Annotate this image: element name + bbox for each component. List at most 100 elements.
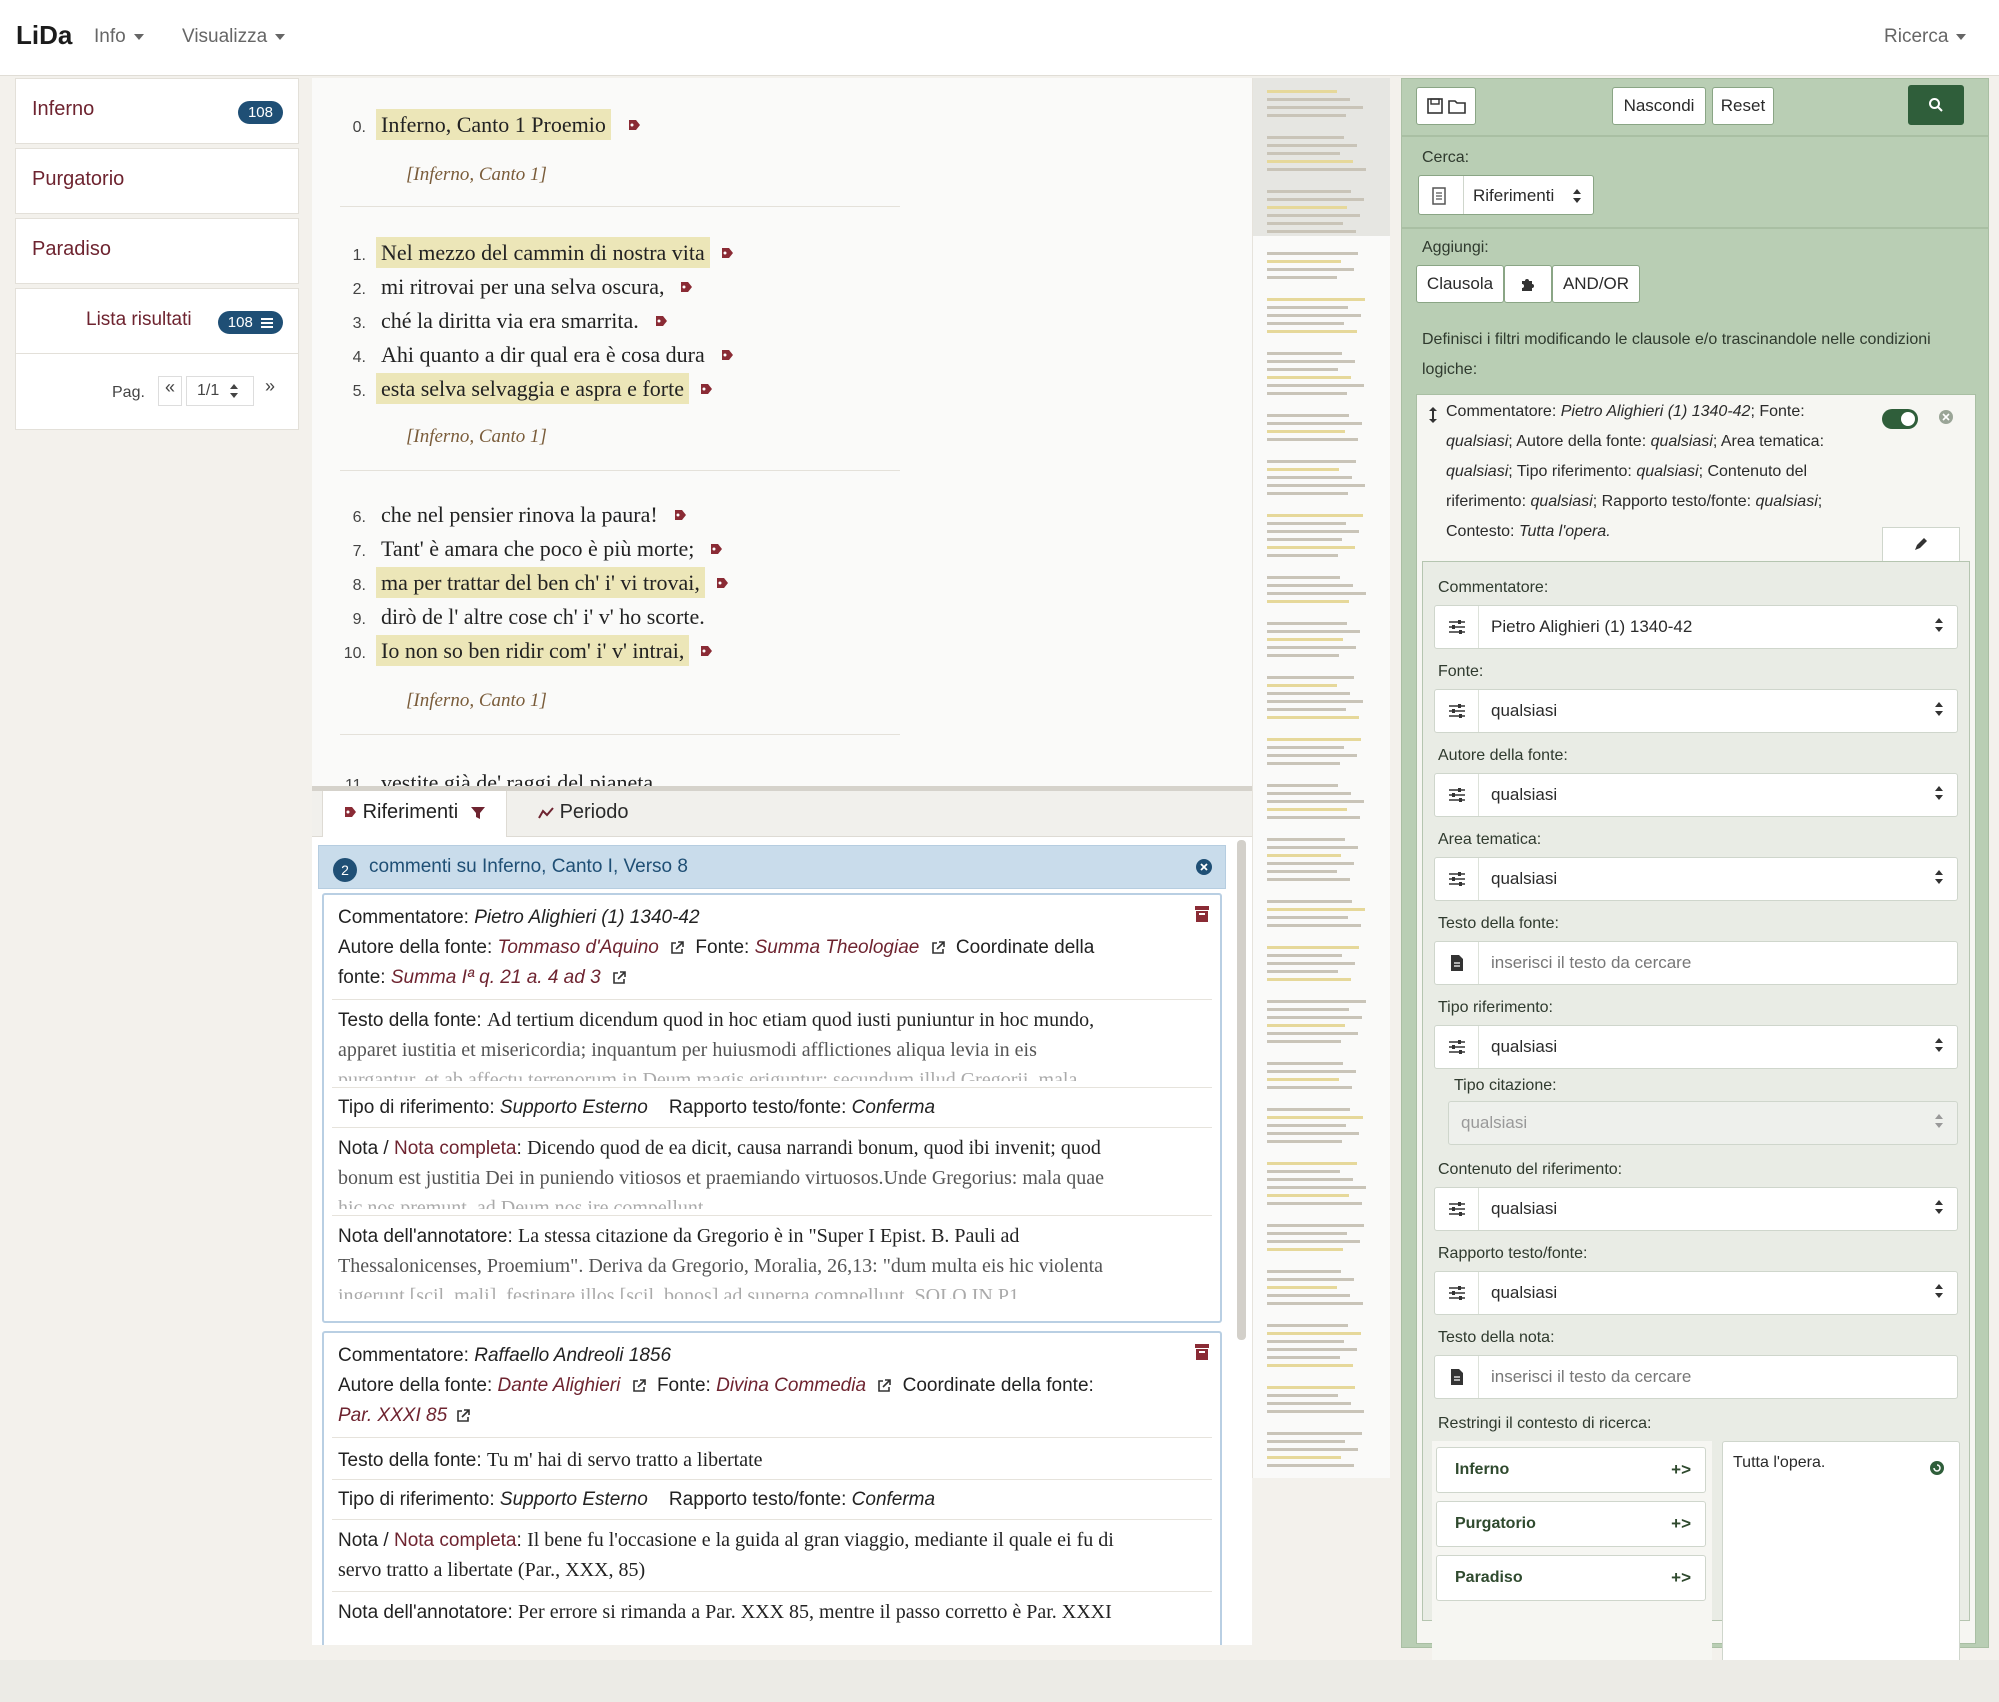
page-prev-button[interactable]: « [158, 376, 182, 406]
coordinate-link[interactable]: Summa Iª q. 21 a. 4 ad 3 [391, 967, 601, 988]
autore-link[interactable]: Tommaso d'Aquino [498, 937, 659, 958]
page-next-button[interactable]: » [258, 376, 282, 406]
contesto-selected[interactable]: Tutta l'opera. [1722, 1441, 1960, 1681]
area-select[interactable]: qualsiasi [1434, 857, 1958, 901]
add-clause-button[interactable]: Clausola [1416, 265, 1504, 303]
minimap-viewport[interactable] [1253, 78, 1390, 236]
contesto-paradiso[interactable]: Paradiso +> [1436, 1555, 1706, 1601]
tipo-riferimento-select[interactable]: qualsiasi [1434, 1025, 1958, 1069]
autore-link[interactable]: Dante Alighieri [498, 1375, 621, 1396]
puzzle-icon [1522, 279, 1534, 291]
verse-line-10[interactable]: 10. Io non so ben ridir com' i' v' intrai… [336, 635, 713, 666]
verse-line-1[interactable]: 1. Nel mezzo del cammin di nostra vita [336, 237, 734, 268]
nota-completa-link[interactable]: Nota completa [394, 1138, 517, 1159]
summary-value: qualsiasi [1530, 493, 1593, 510]
menu-info[interactable]: Info [94, 26, 144, 48]
tag-icon[interactable] [720, 246, 734, 262]
hide-button[interactable]: Nascondi [1612, 87, 1706, 125]
testo-nota-input[interactable]: inserisci il testo da cercare [1434, 1355, 1958, 1399]
commentatore-select[interactable]: Pietro Alighieri (1) 1340-42 [1434, 605, 1958, 649]
minimap[interactable] [1252, 78, 1390, 1478]
external-link-icon[interactable] [877, 1379, 892, 1393]
summary-text: ; Area tematica: [1712, 433, 1825, 450]
external-link-icon[interactable] [456, 1409, 471, 1423]
minimap-line [1267, 144, 1357, 147]
save-load-group[interactable] [1416, 87, 1476, 125]
nota-completa-link[interactable]: Nota completa [394, 1530, 517, 1551]
search-button[interactable] [1908, 85, 1964, 125]
cerca-select[interactable]: Riferimenti [1418, 175, 1594, 215]
testo-fonte-input[interactable]: inserisci il testo da cercare [1434, 941, 1958, 985]
contenuto-select[interactable]: qualsiasi [1434, 1187, 1958, 1231]
edit-clause-button[interactable] [1882, 527, 1960, 561]
navbar: LiDa Info Visualizza Ricerca [0, 0, 1999, 76]
add-context-button[interactable]: +> [1671, 1460, 1691, 1480]
minimap-line [1267, 190, 1351, 193]
fonte-select[interactable]: qualsiasi [1434, 689, 1958, 733]
coordinate-link[interactable]: Par. XXXI 85 [338, 1405, 447, 1426]
sidebar-item-purgatorio[interactable]: Purgatorio [15, 148, 299, 214]
toggle-switch[interactable] [1882, 409, 1918, 429]
verse-line-9[interactable]: 9. dirò de l' altre cose ch' i' v' ho sco… [336, 604, 710, 630]
filter-icon[interactable] [470, 805, 486, 821]
comments-scrollbar[interactable] [1237, 840, 1246, 1340]
reset-context-icon[interactable] [1929, 1460, 1945, 1476]
tag-icon[interactable] [654, 314, 668, 330]
drag-handle-icon[interactable] [1428, 407, 1438, 423]
verse-line-7[interactable]: 7. Tant' è amara che poco è più morte; [336, 536, 723, 562]
external-link-icon[interactable] [612, 971, 626, 985]
add-puzzle-button[interactable] [1504, 265, 1552, 303]
add-context-button[interactable]: +> [1671, 1514, 1691, 1534]
tag-icon[interactable] [715, 576, 729, 592]
minimap-line [1267, 600, 1349, 603]
minimap-line [1267, 638, 1343, 641]
tag-icon[interactable] [699, 644, 713, 660]
verse-line-4[interactable]: 4. Ahi quanto a dir qual era è cosa dura [336, 342, 734, 368]
verse-line-6[interactable]: 6. che nel pensier rinova la paura! [336, 502, 687, 528]
sidebar-item-paradiso[interactable]: Paradiso [15, 218, 299, 284]
tag-icon[interactable] [709, 542, 723, 558]
brand-logo[interactable]: LiDa [16, 20, 72, 51]
page-select[interactable]: 1/1 [186, 376, 254, 406]
minimap-line [1267, 878, 1350, 881]
folder-icon[interactable] [1448, 97, 1467, 115]
menu-ricerca[interactable]: Ricerca [1884, 26, 1967, 48]
fonte-link[interactable]: Divina Commedia [716, 1375, 866, 1396]
testo-line: Tu m' hai di servo tratto a libertate [486, 1449, 763, 1471]
sidebar-item-inferno[interactable]: Inferno 108 [15, 78, 299, 144]
contesto-purgatorio[interactable]: Purgatorio +> [1436, 1501, 1706, 1547]
add-andor-button[interactable]: AND/OR [1552, 265, 1640, 303]
tipo-citazione-select[interactable]: qualsiasi [1448, 1101, 1958, 1145]
close-icon[interactable] [1195, 858, 1213, 876]
external-link-icon[interactable] [931, 941, 945, 955]
close-icon[interactable] [1938, 409, 1954, 425]
verse-text: Nel mezzo del cammin di nostra vita [376, 237, 710, 268]
contesto-inferno[interactable]: Inferno +> [1436, 1447, 1706, 1493]
verse-line-5[interactable]: 5. esta selva selvaggia e aspra e forte [336, 373, 713, 404]
verse-line-2[interactable]: 2. mi ritrovai per una selva oscura, [336, 274, 693, 300]
divider [1463, 176, 1464, 214]
rapporto-select[interactable]: qualsiasi [1434, 1271, 1958, 1315]
reset-button[interactable]: Reset [1712, 87, 1774, 125]
autore-select[interactable]: qualsiasi [1434, 773, 1958, 817]
tag-icon[interactable] [699, 382, 713, 398]
summary-text: ; [1817, 493, 1823, 510]
menu-visualizza[interactable]: Visualizza [182, 26, 286, 48]
tag-icon[interactable] [627, 118, 641, 134]
verse-line-3[interactable]: 3. ché la diritta via era smarrita. [336, 308, 668, 334]
minimap-line [1267, 784, 1338, 787]
add-context-button[interactable]: +> [1671, 1568, 1691, 1588]
tab-periodo[interactable]: Periodo [518, 791, 649, 837]
external-link-icon[interactable] [632, 1379, 646, 1393]
verse-line-0[interactable]: 0. Inferno, Canto 1 Proemio [336, 109, 641, 140]
save-icon[interactable] [1426, 97, 1444, 115]
tab-riferimenti[interactable]: Riferimenti [322, 791, 507, 837]
verse-line-8[interactable]: 8. ma per trattar del ben ch' i' vi trova… [336, 567, 729, 598]
fonte-link[interactable]: Summa Theologiae [755, 937, 920, 958]
tag-icon[interactable] [720, 348, 734, 364]
tag-icon[interactable] [679, 280, 693, 296]
external-link-icon[interactable] [670, 941, 684, 955]
aggiungi-label: Aggiungi: [1422, 239, 1489, 256]
results-list-item[interactable]: Lista risultati 108 [15, 288, 299, 354]
tag-icon[interactable] [673, 508, 687, 524]
